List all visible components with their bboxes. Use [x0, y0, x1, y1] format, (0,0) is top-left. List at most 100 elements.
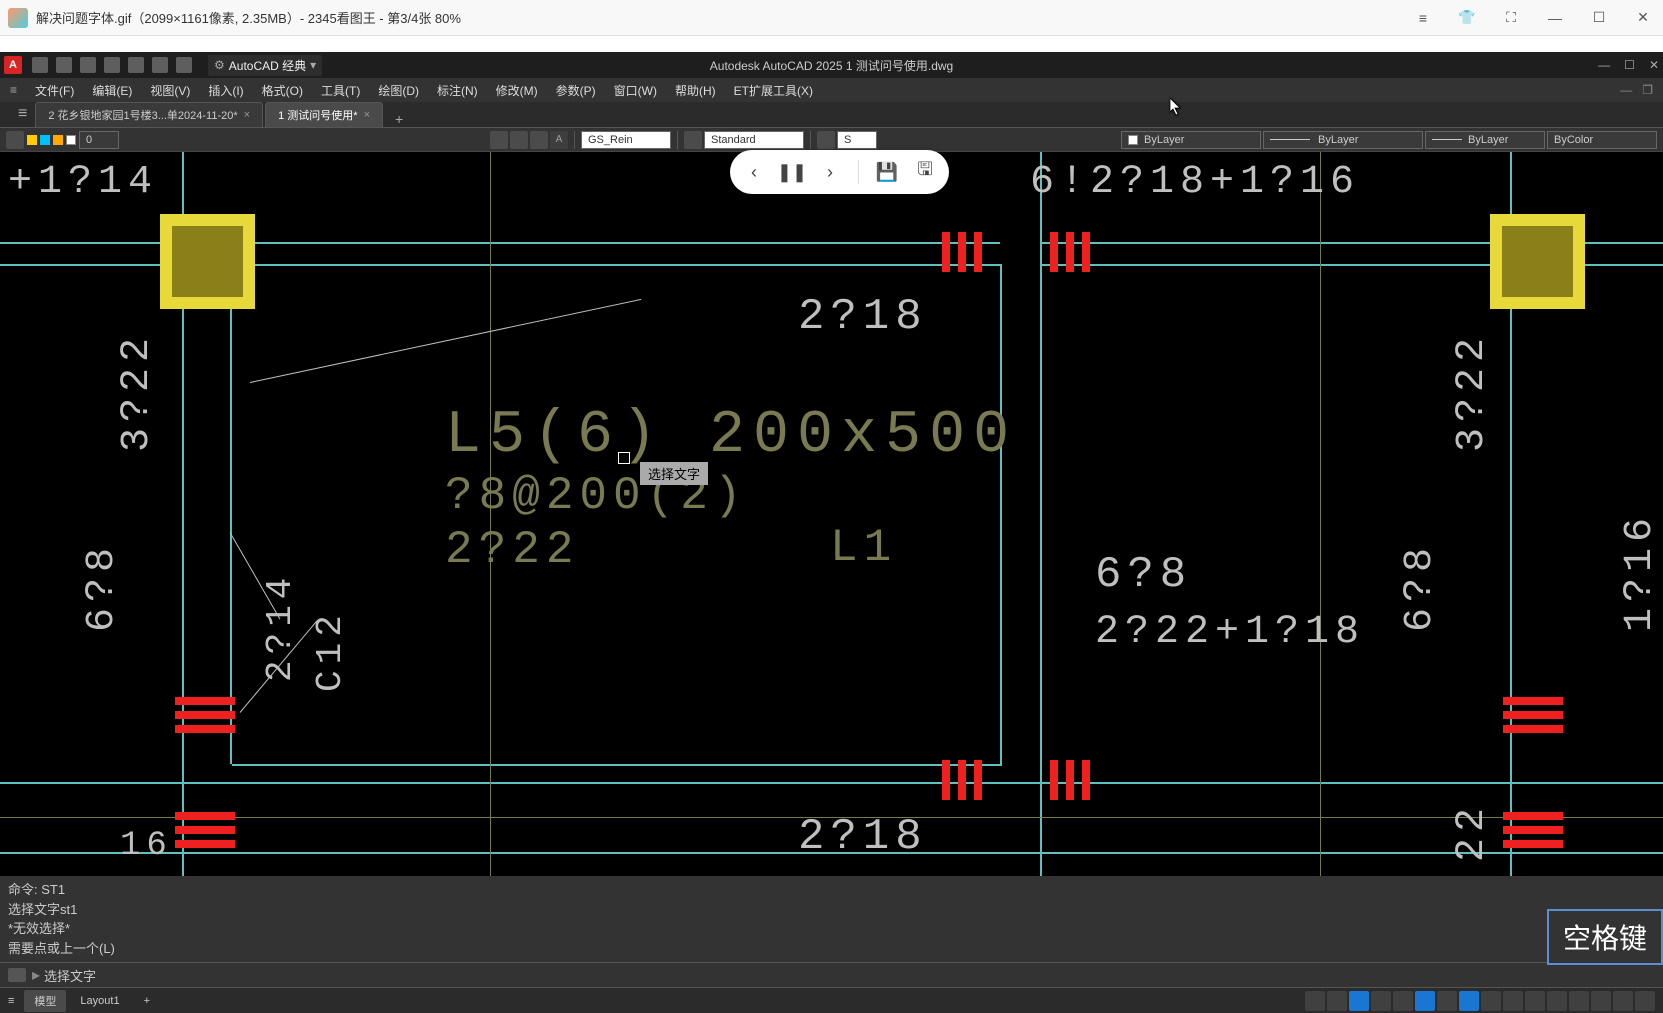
beam-line: [0, 264, 1000, 266]
workspace-selector[interactable]: ⚙ AutoCAD 经典 ▾: [208, 55, 322, 76]
rebar-hatch: [1503, 812, 1563, 848]
acad-maximize-button[interactable]: ☐: [1624, 58, 1635, 72]
shirt-icon[interactable]: 👕: [1455, 6, 1479, 30]
cad-text: +1?14: [8, 160, 158, 205]
text-style-dropdown[interactable]: GS_Rein: [581, 131, 671, 149]
acad-titlebar: A ⚙ AutoCAD 经典 ▾ Autodesk AutoCAD 2025 1…: [0, 52, 1663, 78]
menu-parametric[interactable]: 参数(P): [548, 79, 604, 102]
status-osnap-icon[interactable]: [1415, 991, 1435, 1011]
status-hardware-icon[interactable]: [1591, 991, 1611, 1011]
print-icon[interactable]: [128, 57, 144, 73]
undo-icon[interactable]: [152, 57, 168, 73]
tab-close-icon[interactable]: ×: [244, 109, 250, 121]
status-cycling-icon[interactable]: [1503, 991, 1523, 1011]
doc-restore-button[interactable]: ❐: [1642, 83, 1653, 97]
redo-icon[interactable]: [176, 57, 192, 73]
cad-text: 6!2?18+1?16: [1030, 160, 1360, 205]
tabs-hamburger-icon[interactable]: ≡: [10, 101, 35, 127]
layer-filter-icon[interactable]: [6, 131, 24, 149]
menu-file[interactable]: 文件(F): [27, 79, 82, 102]
status-lwt-icon[interactable]: [1459, 991, 1479, 1011]
dim-style-dropdown[interactable]: Standard: [704, 131, 804, 149]
menu-modify[interactable]: 修改(M): [488, 79, 546, 102]
beam-line: [0, 782, 1663, 784]
command-input[interactable]: ▸ 选择文字: [0, 962, 1663, 987]
menu-view[interactable]: 视图(V): [142, 79, 198, 102]
status-annotation-icon[interactable]: [1525, 991, 1545, 1011]
menu-draw[interactable]: 绘图(D): [370, 79, 427, 102]
drawing-tab-active[interactable]: 1 测试问号使用* ×: [265, 102, 383, 127]
statusbar-menu-icon[interactable]: ≡: [8, 995, 14, 1007]
menu-insert[interactable]: 插入(I): [200, 79, 251, 102]
menu-window[interactable]: 窗口(W): [606, 79, 665, 102]
lineweight-dropdown[interactable]: ByLayer: [1425, 131, 1545, 149]
menu-format[interactable]: 格式(O): [254, 79, 311, 102]
add-layout-button[interactable]: +: [134, 992, 160, 1010]
column-line: [1000, 264, 1002, 764]
close-button[interactable]: ✕: [1631, 6, 1655, 30]
status-workspace-icon[interactable]: [1547, 991, 1567, 1011]
drawing-tab-inactive[interactable]: 2 花乡银地家园1号楼3...单2024-11-20* ×: [35, 102, 263, 127]
dim-style-icon[interactable]: [684, 131, 702, 149]
add-tab-button[interactable]: +: [385, 111, 413, 127]
pause-button[interactable]: ❚❚: [782, 162, 802, 182]
quick-access-toolbar: [32, 57, 192, 73]
status-polar-icon[interactable]: [1393, 991, 1413, 1011]
prev-frame-button[interactable]: ‹: [744, 162, 764, 182]
rebar-hatch: [1050, 232, 1090, 272]
drawing-canvas[interactable]: +1?14 6!2?18+1?16 3?22 3?22 2?18 L5(6) 2…: [0, 152, 1663, 876]
new-icon[interactable]: [32, 57, 48, 73]
save-all-button[interactable]: 🖫: [915, 162, 935, 182]
autocad-logo-icon[interactable]: A: [4, 56, 22, 74]
drawing-tabs: ≡ 2 花乡银地家园1号楼3...单2024-11-20* × 1 测试问号使用…: [0, 102, 1663, 128]
color-dropdown[interactable]: ByLayer: [1121, 131, 1261, 149]
status-transparency-icon[interactable]: [1481, 991, 1501, 1011]
save-frame-button[interactable]: 💾: [877, 162, 897, 182]
menu-tools[interactable]: 工具(T): [313, 79, 368, 102]
menu-icon[interactable]: ≡: [1411, 6, 1435, 30]
plotstyle-dropdown[interactable]: ByColor: [1547, 131, 1657, 149]
tab-close-icon[interactable]: ×: [364, 109, 370, 121]
maximize-button[interactable]: ☐: [1587, 6, 1611, 30]
status-otrack-icon[interactable]: [1437, 991, 1457, 1011]
minimize-button[interactable]: —: [1543, 6, 1567, 30]
acad-minimize-button[interactable]: —: [1598, 58, 1610, 72]
workspace-label: AutoCAD 经典: [229, 57, 306, 74]
status-grid-icon[interactable]: [1327, 991, 1347, 1011]
status-customize-icon[interactable]: [1635, 991, 1655, 1011]
doc-minimize-button[interactable]: —: [1620, 83, 1632, 97]
menu-dimension[interactable]: 标注(N): [429, 79, 486, 102]
tab-label: 2 花乡银地家园1号楼3...单2024-11-20*: [48, 107, 237, 123]
menu-help[interactable]: 帮助(H): [667, 79, 724, 102]
layer-swatch-icon: [53, 135, 63, 145]
toolbar-icon[interactable]: [490, 131, 508, 149]
hamburger-icon[interactable]: ≡: [10, 83, 17, 97]
acad-close-button[interactable]: ✕: [1649, 58, 1659, 72]
saveas-icon[interactable]: [104, 57, 120, 73]
column-line: [230, 264, 232, 764]
menu-edit[interactable]: 编辑(E): [84, 79, 140, 102]
next-frame-button[interactable]: ›: [820, 162, 840, 182]
guide-line: [1320, 152, 1321, 876]
status-isolate-icon[interactable]: [1569, 991, 1589, 1011]
status-model-icon[interactable]: [1305, 991, 1325, 1011]
toolbar-icon[interactable]: [530, 131, 548, 149]
text-style-icon[interactable]: A: [550, 131, 568, 149]
open-icon[interactable]: [56, 57, 72, 73]
table-style-icon[interactable]: [817, 131, 835, 149]
menu-et-tools[interactable]: ET扩展工具(X): [726, 79, 821, 102]
layout-tab[interactable]: Layout1: [70, 992, 129, 1010]
status-ortho-icon[interactable]: [1371, 991, 1391, 1011]
layer-dropdown[interactable]: 0: [79, 131, 119, 149]
status-snap-icon[interactable]: [1349, 991, 1369, 1011]
save-icon[interactable]: [80, 57, 96, 73]
status-clean-icon[interactable]: [1613, 991, 1633, 1011]
table-style-dropdown[interactable]: S: [837, 131, 877, 149]
model-tab[interactable]: 模型: [24, 990, 66, 1012]
pill-separator: [858, 160, 859, 184]
rebar-hatch: [1050, 760, 1090, 800]
cad-text: 2?18: [798, 812, 928, 862]
fullscreen-icon[interactable]: ⛶: [1499, 6, 1523, 30]
linetype-dropdown[interactable]: ByLayer: [1263, 131, 1423, 149]
toolbar-icon[interactable]: [510, 131, 528, 149]
